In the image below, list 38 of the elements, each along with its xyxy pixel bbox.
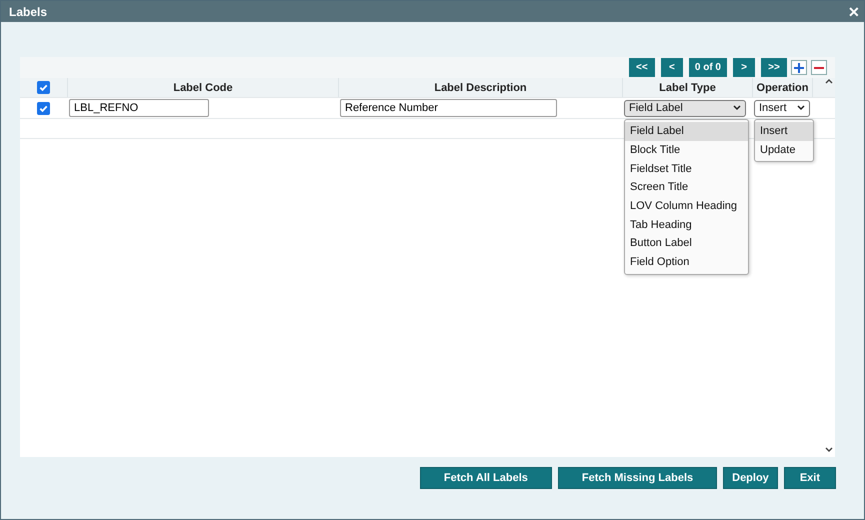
last-page-button[interactable]: >> <box>761 58 787 77</box>
dropdown-option[interactable]: Block Title <box>625 140 748 160</box>
close-button[interactable]: ✕ <box>848 4 860 20</box>
checkbox[interactable] <box>37 81 50 94</box>
page-status: 0 of 0 <box>688 58 727 77</box>
action-button[interactable]: Fetch All Labels <box>420 467 552 489</box>
label-code-field[interactable]: LBL_REFNO <box>69 99 209 117</box>
dropdown-option[interactable]: Fieldset Title <box>625 159 748 178</box>
dropdown-option[interactable]: Tab Heading <box>625 215 748 234</box>
action-button[interactable]: Exit <box>784 467 836 489</box>
scroll-up-icon[interactable] <box>825 78 833 84</box>
checkbox[interactable] <box>37 102 50 114</box>
first-page-button[interactable]: << <box>628 58 655 77</box>
label-description-field[interactable]: Reference Number <box>340 99 557 117</box>
column-header: Label Description <box>434 82 527 94</box>
dropdown-option[interactable]: Field Option <box>625 252 748 272</box>
plus-icon <box>794 62 804 72</box>
dropdown-option[interactable]: Button Label <box>625 234 748 253</box>
chevron-down-icon <box>797 105 805 111</box>
dropdown-option[interactable]: Insert <box>755 122 813 141</box>
window-title: Labels <box>9 4 48 18</box>
scroll-down-icon[interactable] <box>825 447 833 453</box>
column-header: Operation <box>756 82 808 94</box>
label-type-select[interactable]: Field Label <box>624 100 746 116</box>
operation-select[interactable]: Insert <box>754 100 810 116</box>
dropdown-option[interactable]: Update <box>755 140 813 160</box>
column-header: Label Code <box>173 82 233 94</box>
action-button[interactable]: Fetch Missing Labels <box>558 467 718 489</box>
action-button[interactable]: Deploy <box>723 467 778 489</box>
delete-row-button[interactable] <box>811 60 827 75</box>
chevron-down-icon <box>733 105 741 111</box>
column-header: Label Type <box>659 82 716 94</box>
next-page-button[interactable]: > <box>733 58 755 77</box>
dropdown-option[interactable]: Field Label <box>625 122 748 141</box>
dropdown-option[interactable]: Screen Title <box>625 178 748 197</box>
dropdown-option[interactable]: LOV Column Heading <box>625 196 748 216</box>
previous-page-button[interactable]: < <box>660 58 683 77</box>
add-row-button[interactable] <box>791 60 807 75</box>
